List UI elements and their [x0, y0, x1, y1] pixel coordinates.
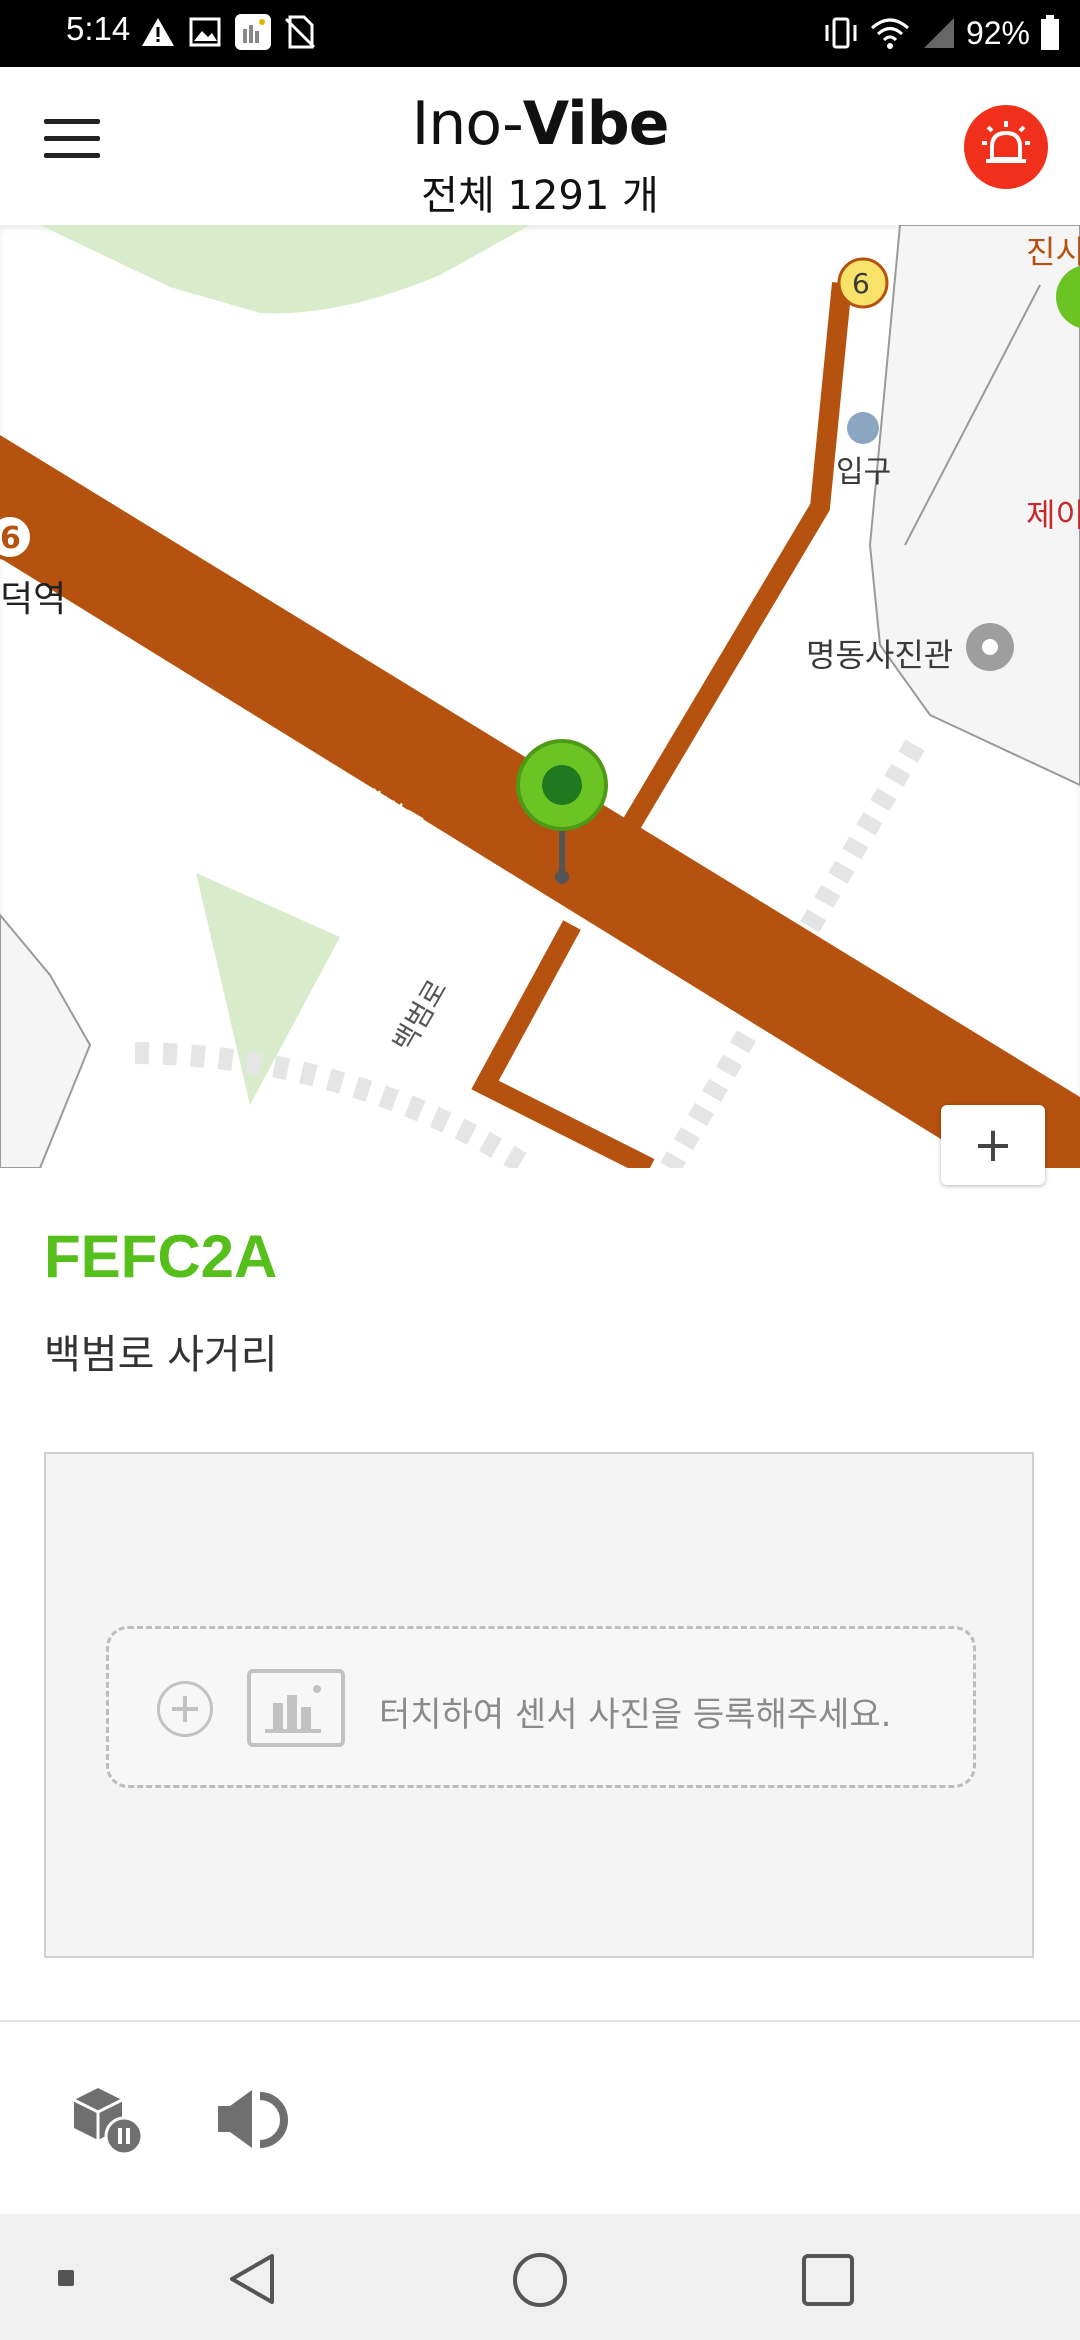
brand-part1: Ino- — [411, 89, 524, 159]
photo-placeholder-icon — [247, 1669, 345, 1747]
image-icon — [189, 17, 221, 47]
speaker-icon[interactable] — [212, 2082, 292, 2158]
back-icon[interactable] — [226, 2252, 278, 2306]
no-sim-icon — [284, 15, 316, 49]
status-left-icons — [140, 12, 316, 52]
app-header: Ino-Vibe 전체 1291 개 — [0, 67, 1080, 225]
photo-area[interactable]: 터치하여 센서 사진을 등록해주세요. — [44, 1452, 1034, 1958]
battery-percent: 92% — [965, 14, 1030, 51]
home-icon[interactable] — [510, 2250, 570, 2310]
map-view[interactable]: 6 6 덕역 입구 명동사진관 진시 제이 백범로 백범로 백범로 — [0, 225, 1080, 1168]
station-label: 덕역 — [0, 579, 67, 620]
battery-icon — [1041, 15, 1059, 50]
right-red-label: 제이 — [1026, 496, 1080, 534]
zoom-in-button[interactable]: + — [941, 1105, 1045, 1185]
photo-studio-label: 명동사진관 — [806, 636, 954, 674]
recent-apps-dot-icon[interactable] — [58, 2270, 74, 2286]
app-notification-icon — [235, 14, 271, 50]
alarm-bell-icon[interactable] — [964, 105, 1048, 189]
entrance-label: 입구 — [836, 455, 892, 490]
badge-top-label: 6 — [852, 267, 870, 300]
warning-icon — [142, 18, 174, 46]
vibrate-icon — [825, 17, 857, 49]
add-circle-icon — [157, 1681, 213, 1737]
brand-part2: Vibe — [522, 89, 670, 159]
upload-instruction: 터치하여 센서 사진을 등록해주세요. — [379, 1695, 892, 1735]
sensor-id: FEFC2A — [44, 1223, 278, 1290]
app-logo: Ino-Vibe — [0, 89, 1080, 159]
system-nav-bar — [0, 2214, 1080, 2340]
signal-icon — [923, 18, 954, 48]
total-count: 전체 1291 개 — [421, 173, 659, 219]
section-divider — [0, 2020, 1080, 2022]
map-canvas — [0, 225, 1080, 1168]
sensor-address: 백범로 사거리 — [44, 1332, 278, 1378]
device-pause-icon[interactable] — [68, 2082, 148, 2158]
wifi-icon — [870, 18, 909, 49]
photo-upload-button[interactable]: 터치하여 센서 사진을 등록해주세요. — [106, 1626, 976, 1788]
overview-icon[interactable] — [800, 2252, 856, 2308]
status-bar: 5:14 92% — [0, 0, 1080, 67]
top-right-label: 진시 — [1026, 233, 1080, 271]
station-badge-label: 6 — [0, 521, 21, 556]
status-right-icons: 92% — [822, 10, 1060, 56]
status-time: 5:14 — [66, 10, 131, 47]
